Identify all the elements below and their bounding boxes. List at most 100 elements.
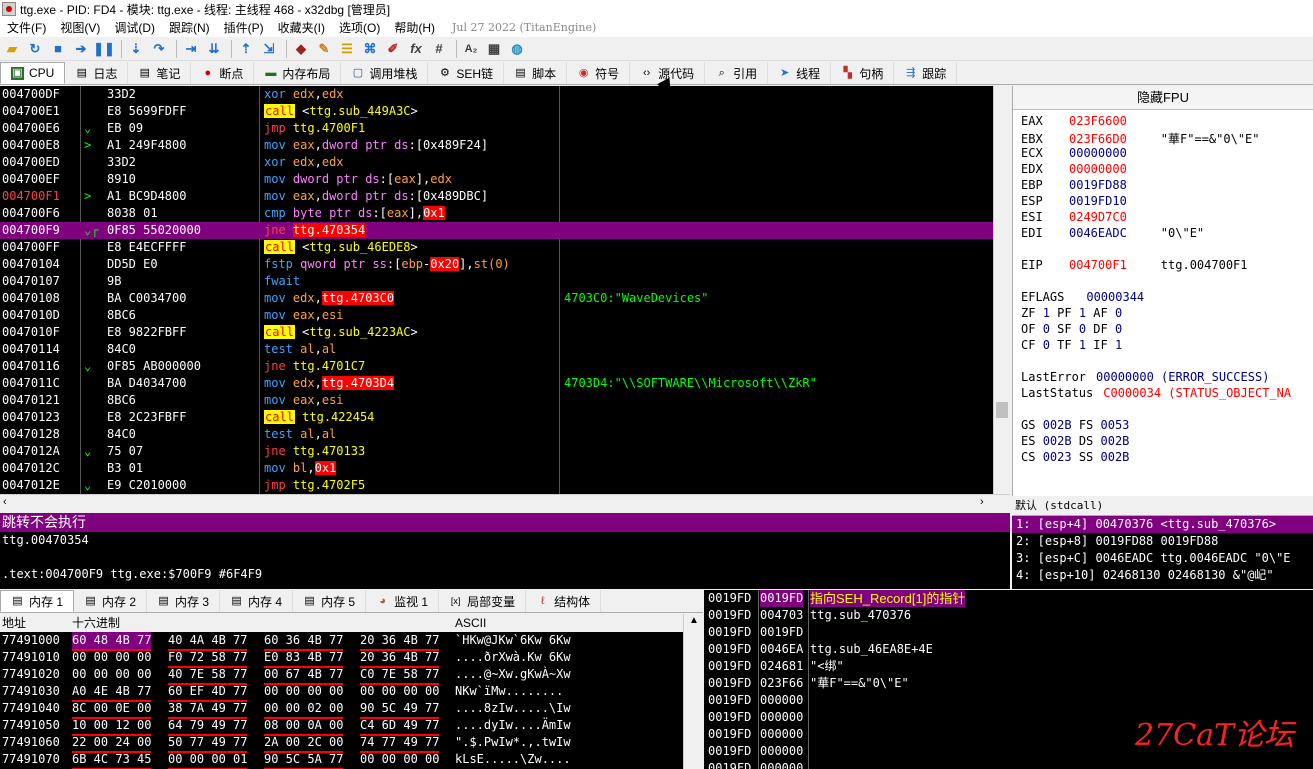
menu-plugins[interactable]: 插件(P) xyxy=(217,19,271,36)
last-status-row[interactable]: LastStatus C0000034 (STATUS_OBJECT_NA xyxy=(1021,386,1291,400)
flags-row[interactable]: OF 0 SF 0 DF 0 xyxy=(1021,322,1122,336)
disasm-row[interactable]: 004700E8 > A1 249F4800 mov eax,dword ptr ds… xyxy=(0,137,993,154)
bookmark-icon[interactable]: ✐ xyxy=(383,39,403,59)
tab-references[interactable]: ⌕ 引用 xyxy=(705,62,769,84)
disasm-row[interactable]: 00470104 DD5D E0 fstp qword ptr ss:[ebp-0x… xyxy=(0,256,993,273)
scylla-icon[interactable]: ◆ xyxy=(291,39,311,59)
tab-dump-1[interactable]: ▤ 内存 1 xyxy=(0,590,75,612)
dump-row[interactable]: 77491030 A0 4E 4B 77 60 EF 4D 77 00 00 00 0… xyxy=(0,683,683,702)
disassembly-view[interactable]: 004700DF 33D2 xor edx,edx 004700E1 E8 5699FD… xyxy=(0,86,993,494)
menu-view[interactable]: 视图(V) xyxy=(53,19,107,36)
tab-breakpoints[interactable]: ● 断点 xyxy=(191,62,255,84)
stack-row[interactable]: 0019FD 0019FD xyxy=(704,624,1313,641)
dump-row[interactable]: 77491070 6B 4C 73 45 00 00 00 01 90 5C 5A 7… xyxy=(0,751,683,769)
disasm-row[interactable]: 0047010D 8BC6 mov eax,esi xyxy=(0,307,993,324)
stop-icon[interactable]: ■ xyxy=(48,39,68,59)
scroll-left-icon[interactable]: ‹ xyxy=(3,496,7,508)
register-row[interactable]: EIP 004700F1 ttg.004700F1 xyxy=(1021,258,1248,272)
disasm-row[interactable]: 0047012E ⌄ E9 C2010000 jmp ttg.4702F5 xyxy=(0,477,993,494)
scroll-right-icon[interactable]: › xyxy=(980,496,984,508)
register-row[interactable]: ESI 0249D7C0 xyxy=(1021,210,1127,224)
stack-row[interactable]: 0019FD 000000 xyxy=(704,760,1313,769)
disasm-row[interactable]: 00470121 8BC6 mov eax,esi xyxy=(0,392,993,409)
disasm-row[interactable]: 004700FF E8 E4ECFFFF call <ttg.sub_46EDE8> xyxy=(0,239,993,256)
tab-cpu[interactable]: ▣ CPU xyxy=(0,62,66,84)
dump-row[interactable]: 77491050 10 00 12 00 64 79 49 77 08 00 0A 0… xyxy=(0,717,683,736)
tab-watch-1[interactable]: ◕ 监视 1 xyxy=(366,590,440,612)
dump-row[interactable]: 77491060 22 00 24 00 50 77 49 77 2A 00 2C 0… xyxy=(0,734,683,753)
function-icon[interactable]: fx xyxy=(406,39,426,59)
tab-symbols[interactable]: ◉ 符号 xyxy=(567,62,631,84)
eflags-row[interactable]: EFLAGS 00000344 xyxy=(1021,290,1144,304)
tab-callstack[interactable]: ▢ 调用堆栈 xyxy=(341,62,429,84)
trace-over-icon[interactable]: ⇊ xyxy=(204,39,224,59)
segment-row[interactable]: GS 002B FS 0053 xyxy=(1021,418,1129,432)
tab-seh[interactable]: ⚙ SEH链 xyxy=(428,62,505,84)
stack-row[interactable]: 0019FD 024681 "<绑" xyxy=(704,658,1313,675)
menu-debug[interactable]: 调试(D) xyxy=(107,19,162,36)
disasm-row[interactable]: 004700EF 8910 mov dword ptr ds:[eax],edx xyxy=(0,171,993,188)
patch-icon[interactable]: ✎ xyxy=(314,39,334,59)
menu-favourites[interactable]: 收藏夹(I) xyxy=(271,19,332,36)
register-row[interactable]: EBP 0019FD88 xyxy=(1021,178,1127,192)
stack-row[interactable]: 0019FD 004703 ttg.sub_470376 xyxy=(704,607,1313,624)
pause-icon[interactable]: ❚❚ xyxy=(93,39,115,59)
memory-dump-view[interactable]: 地址 十六进制 ASCII 77491000 60 48 4B 77 40 4A 4… xyxy=(0,614,683,769)
register-row[interactable]: EBX 023F66D0 "華F"==&"0\"E" xyxy=(1021,130,1260,147)
disasm-row[interactable]: 0047011C BA D4034700 mov edx,ttg.4703D4 470… xyxy=(0,375,993,392)
trace-into-icon[interactable]: ⇥ xyxy=(181,39,201,59)
tab-notes[interactable]: ▤ 笔记 xyxy=(128,62,192,84)
disassembly-scrollbar[interactable] xyxy=(993,86,1010,494)
tab-dump-4[interactable]: ▤ 内存 4 xyxy=(220,590,294,612)
execute-till-return-icon[interactable]: ⇡ xyxy=(236,39,256,59)
stack-row[interactable]: 0019FD 0046EA ttg.sub_46EA8E+4E xyxy=(704,641,1313,658)
hide-fpu-button[interactable]: 隐藏FPU xyxy=(1013,86,1313,110)
menu-help[interactable]: 帮助(H) xyxy=(387,19,442,36)
step-over-icon[interactable]: ↷ xyxy=(149,39,169,59)
register-row[interactable]: ECX 00000000 xyxy=(1021,146,1127,160)
menu-trace[interactable]: 跟踪(N) xyxy=(162,19,217,36)
comment-icon[interactable]: ☰ xyxy=(337,39,357,59)
register-row[interactable]: EDX 00000000 xyxy=(1021,162,1127,176)
segment-row[interactable]: ES 002B DS 002B xyxy=(1021,434,1129,448)
disasm-row[interactable]: 00470123 E8 2C23FBFF call ttg.422454 xyxy=(0,409,993,426)
arg-row[interactable]: 1: [esp+4] 00470376 <ttg.sub_470376> xyxy=(1012,516,1313,533)
calculator-icon[interactable]: ▦ xyxy=(484,39,504,59)
tab-locals[interactable]: [x] 局部变量 xyxy=(439,590,527,612)
tab-handles[interactable]: ▚ 句柄 xyxy=(831,62,895,84)
scrollbar-thumb[interactable] xyxy=(996,402,1008,418)
scroll-up-icon[interactable]: ▲ xyxy=(689,615,699,626)
disassembly-hscrollbar[interactable]: ‹ › xyxy=(0,494,1010,511)
disasm-row[interactable]: 004700F9 ⌄┌ 0F85 55020000 jne ttg.470354 xyxy=(0,222,993,239)
disasm-row[interactable]: 00470116 ⌄ 0F85 AB000000 jne ttg.4701C7 xyxy=(0,358,993,375)
tab-dump-2[interactable]: ▤ 内存 2 xyxy=(74,590,148,612)
disasm-row[interactable]: 004700F1 > A1 BC9D4800 mov eax,dword ptr ds… xyxy=(0,188,993,205)
tab-trace[interactable]: ⇶ 跟踪 xyxy=(894,62,958,84)
menu-options[interactable]: 选项(O) xyxy=(332,19,387,36)
tab-dump-3[interactable]: ▤ 内存 3 xyxy=(147,590,221,612)
stack-row[interactable]: 0019FD 000000 xyxy=(704,692,1313,709)
tab-script[interactable]: ▤ 脚本 xyxy=(504,62,568,84)
dump-row[interactable]: 77491040 8C 00 0E 00 38 7A 49 77 00 00 02 0… xyxy=(0,700,683,719)
arg-row[interactable]: 4: [esp+10] 02468130 02468130 &"@屺" xyxy=(1012,567,1313,584)
dump-row[interactable]: 77491010 00 00 00 00 F0 72 58 77 E0 83 4B 7… xyxy=(0,649,683,668)
disasm-row[interactable]: 0047012C B3 01 mov bl,0x1 xyxy=(0,460,993,477)
dump-scrollbar[interactable]: ▲ xyxy=(683,614,703,769)
arg-row[interactable]: 3: [esp+C] 0046EADC ttg.0046EADC "0\"E xyxy=(1012,550,1313,567)
restart-icon[interactable]: ↻ xyxy=(25,39,45,59)
last-error-row[interactable]: LastError 00000000 (ERROR_SUCCESS) xyxy=(1021,370,1269,384)
tab-dump-5[interactable]: ▤ 内存 5 xyxy=(293,590,367,612)
variables-icon[interactable]: # xyxy=(429,39,449,59)
calling-convention-select[interactable]: 默认 (stdcall) xyxy=(1012,496,1313,516)
dump-row[interactable]: 77491000 60 48 4B 77 40 4A 4B 77 60 36 4B 7… xyxy=(0,632,683,651)
disasm-row[interactable]: 00470114 84C0 test al,al xyxy=(0,341,993,358)
menu-file[interactable]: 文件(F) xyxy=(0,19,53,36)
disasm-row[interactable]: 004700F6 8038 01 cmp byte ptr ds:[eax],0x1 xyxy=(0,205,993,222)
tab-threads[interactable]: ➤ 线程 xyxy=(768,62,832,84)
disasm-row[interactable]: 00470108 BA C0034700 mov edx,ttg.4703C0 470… xyxy=(0,290,993,307)
flags-row[interactable]: ZF 1 PF 1 AF 0 xyxy=(1021,306,1122,320)
disasm-row[interactable]: 004700E1 E8 5699FDFF call <ttg.sub_449A3C> xyxy=(0,103,993,120)
register-row[interactable]: EDI 0046EADC "0\"E" xyxy=(1021,226,1204,240)
step-into-icon[interactable]: ⇣ xyxy=(126,39,146,59)
disasm-row[interactable]: 00470107 9B fwait xyxy=(0,273,993,290)
